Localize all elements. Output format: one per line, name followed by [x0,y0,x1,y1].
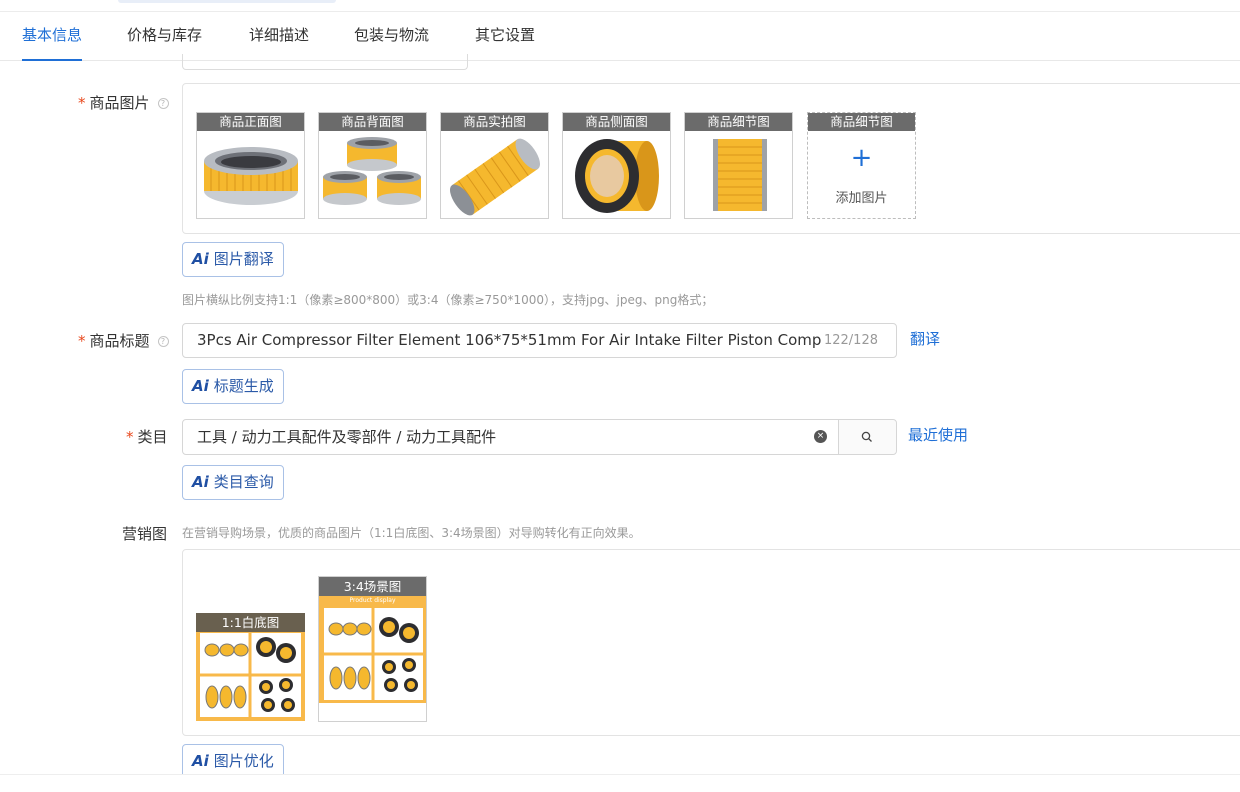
bottom-edge [0,774,1240,792]
product-image-back[interactable]: 商品背面图 [318,112,427,219]
image-caption: 商品背面图 [319,113,426,131]
ai-icon: Ai [192,473,209,491]
image-caption: 商品细节图 [808,113,915,131]
button-label: 标题生成 [213,377,274,395]
ai-image-translate-button[interactable]: Ai 图片翻译 [182,242,284,277]
button-label: 图片翻译 [213,250,274,268]
product-image-side[interactable]: 商品侧面图 [562,112,671,219]
previous-field-edge [182,54,468,70]
marketing-label: 营销图 [122,525,168,543]
category-label-text: 类目 [137,428,168,446]
char-counter: 122/128 [823,333,878,348]
search-icon [861,431,872,442]
translate-link[interactable]: 翻译 [910,328,940,349]
help-icon[interactable]: ? [157,98,169,109]
category-input[interactable]: 工具 / 动力工具配件及零部件 / 动力工具配件 × [182,419,897,455]
category-value[interactable]: 工具 / 动力工具配件及零部件 / 动力工具配件 [197,420,496,454]
category-label: * 类目 [126,426,168,447]
product-images-label: * 商品图片? [78,92,169,113]
product-edit-page: 基本信息 价格与库存 详细描述 包装与物流 其它设置 *商品图片? 商品正面图 [0,0,1240,792]
filter-side-image [575,139,659,213]
add-image-label: 添加图片 [835,191,888,206]
category-search-button[interactable] [838,420,896,454]
filter-front-image [204,147,298,205]
image-caption: 商品正面图 [197,113,304,131]
plus-icon: + [850,143,873,173]
filter-detail-image [713,139,767,211]
product-image-front[interactable]: 商品正面图 [196,112,305,219]
ai-icon: Ai [192,752,209,770]
image-caption: 商品实拍图 [441,113,548,131]
image-caption: 1:1白底图 [196,613,305,632]
add-image-slot[interactable]: 商品细节图 + 添加图片 [807,112,916,219]
ai-icon: Ai [192,250,209,268]
image-caption: 商品细节图 [685,113,792,131]
product-image-detail[interactable]: 商品细节图 [684,112,793,219]
product-title-value[interactable]: 3Pcs Air Compressor Filter Element 106*7… [197,324,822,357]
image-caption: 商品侧面图 [563,113,670,131]
ai-icon: Ai [192,377,209,395]
product-images-panel: 商品正面图 商品背面图 商品实拍图 商品侧面图 商品细节图 商品细节图 + 添加… [182,83,1240,234]
product-images-label-text: 商品图片 [89,94,150,112]
tab-description[interactable]: 详细描述 [249,12,309,60]
product-title-input[interactable]: 3Pcs Air Compressor Filter Element 106*7… [182,323,897,358]
image-caption: 3:4场景图 [319,577,426,596]
required-mark: * [126,428,134,446]
marketing-images-panel: 1:1白底图 3:4场景图 Product display [182,549,1240,736]
help-icon[interactable]: ? [157,336,169,347]
tab-basic-info[interactable]: 基本信息 [22,12,83,61]
marketing-image-scene[interactable]: 3:4场景图 Product display [318,576,427,722]
top-strip [0,0,1240,12]
top-pill [118,0,336,3]
product-image-real[interactable]: 商品实拍图 [440,112,549,219]
filter-three-image [323,137,421,205]
button-label: 图片优化 [213,752,274,770]
tab-price-stock[interactable]: 价格与库存 [127,12,202,60]
marketing-image-square[interactable]: 1:1白底图 [196,613,305,721]
marketing-hint: 在营销导购场景，优质的商品图片（1:1白底图、3:4场景图）对导购转化有正向效果… [182,526,641,540]
required-mark: * [78,94,86,112]
product-title-label-text: 商品标题 [89,332,150,350]
image-format-hint: 图片横纵比例支持1:1（像素≥800*800）或3:4（像素≥750*1000）… [182,293,714,307]
tab-other-settings[interactable]: 其它设置 [475,12,535,60]
button-label: 类目查询 [213,473,274,491]
ai-title-generate-button[interactable]: Ai 标题生成 [182,369,284,404]
required-mark: * [78,332,86,350]
tab-packaging[interactable]: 包装与物流 [354,12,429,60]
product-title-label: * 商品标题? [78,330,169,351]
clear-icon[interactable]: × [814,430,827,443]
filter-tilted-image [450,138,540,216]
scene-banner-text: Product display [349,597,396,604]
ai-category-query-button[interactable]: Ai 类目查询 [182,465,284,500]
recent-used-link[interactable]: 最近使用 [908,424,968,445]
